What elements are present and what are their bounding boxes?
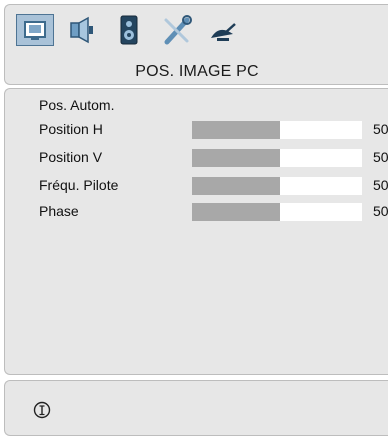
position-h-value: 50 — [373, 121, 388, 137]
speaker-icon — [120, 15, 138, 45]
position-v-slider[interactable] — [192, 149, 362, 167]
frequ-pilote-value: 50 — [373, 177, 388, 193]
tab-satellite[interactable] — [205, 14, 245, 46]
list-item-label[interactable]: Fréqu. Pilote — [39, 177, 118, 193]
list-item-label[interactable]: Position V — [39, 149, 102, 165]
position-h-slider[interactable] — [192, 121, 362, 139]
menu-header: POS. IMAGE PC — [4, 4, 388, 85]
position-v-value: 50 — [373, 149, 388, 165]
audio-icon — [70, 16, 93, 44]
satellite-icon — [211, 23, 236, 41]
list-item-label[interactable]: Position H — [39, 121, 103, 137]
slider-fill — [192, 177, 281, 195]
info-icon[interactable] — [33, 401, 51, 419]
tab-picture[interactable] — [16, 14, 54, 46]
slider-fill — [192, 149, 281, 167]
list-item-label[interactable]: Phase — [39, 203, 79, 219]
tools-icon — [164, 15, 192, 45]
info-bar — [4, 380, 388, 436]
slider-fill — [192, 121, 281, 139]
slider-fill — [192, 203, 281, 221]
frequ-pilote-slider[interactable] — [192, 177, 362, 195]
tab-audio[interactable] — [61, 14, 101, 46]
tab-speaker[interactable] — [109, 14, 149, 46]
tab-tools[interactable] — [157, 14, 197, 46]
menu-title: POS. IMAGE PC — [135, 63, 259, 80]
list-item-pos-autom[interactable]: Pos. Autom. — [39, 97, 114, 113]
phase-value: 50 — [373, 203, 388, 219]
picture-icon — [24, 21, 46, 40]
phase-slider[interactable] — [192, 203, 362, 221]
settings-list: Pos. Autom. Position H 50 Position V 50 … — [4, 88, 388, 375]
